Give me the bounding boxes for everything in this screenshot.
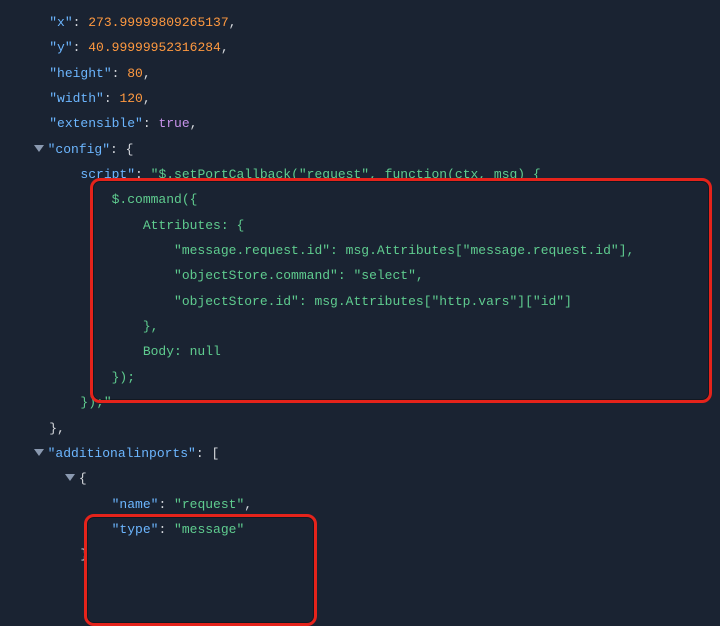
script-line: $.command({ — [18, 187, 720, 212]
chevron-down-icon[interactable] — [65, 474, 75, 481]
script-line: });" — [18, 390, 720, 415]
chevron-down-icon[interactable] — [34, 145, 44, 152]
prop-width: "width": 120, — [18, 86, 720, 111]
prop-script-head: script": "$.setPortCallback("request", f… — [18, 162, 720, 187]
prop-name: "name": "request", — [18, 492, 720, 517]
prop-config[interactable]: "config": { — [18, 137, 720, 162]
prop-y: "y": 40.99999952316284, — [18, 35, 720, 60]
prop-type: "type": "message" — [18, 517, 720, 542]
chevron-down-icon[interactable] — [34, 449, 44, 456]
value: 273.99999809265137 — [88, 15, 228, 30]
script-line: "objectStore.command": "select", — [18, 263, 720, 288]
script-line: "objectStore.id": msg.Attributes["http.v… — [18, 289, 720, 314]
prop-x: "x": 273.99999809265137, — [18, 10, 720, 35]
prop-additionalinports[interactable]: "additionalinports": [ — [18, 441, 720, 466]
array-item-open[interactable]: { — [18, 466, 720, 491]
prop-height: "height": 80, — [18, 61, 720, 86]
config-close: }, — [18, 416, 720, 441]
script-line: "message.request.id": msg.Attributes["me… — [18, 238, 720, 263]
script-line: Attributes: { — [18, 213, 720, 238]
json-tree: "x": 273.99999809265137, "y": 40.9999995… — [18, 10, 720, 568]
array-item-close: } — [18, 542, 720, 567]
script-line: }); — [18, 365, 720, 390]
key: "x" — [49, 15, 72, 30]
script-line: }, — [18, 314, 720, 339]
prop-extensible: "extensible": true, — [18, 111, 720, 136]
script-line: Body: null — [18, 339, 720, 364]
